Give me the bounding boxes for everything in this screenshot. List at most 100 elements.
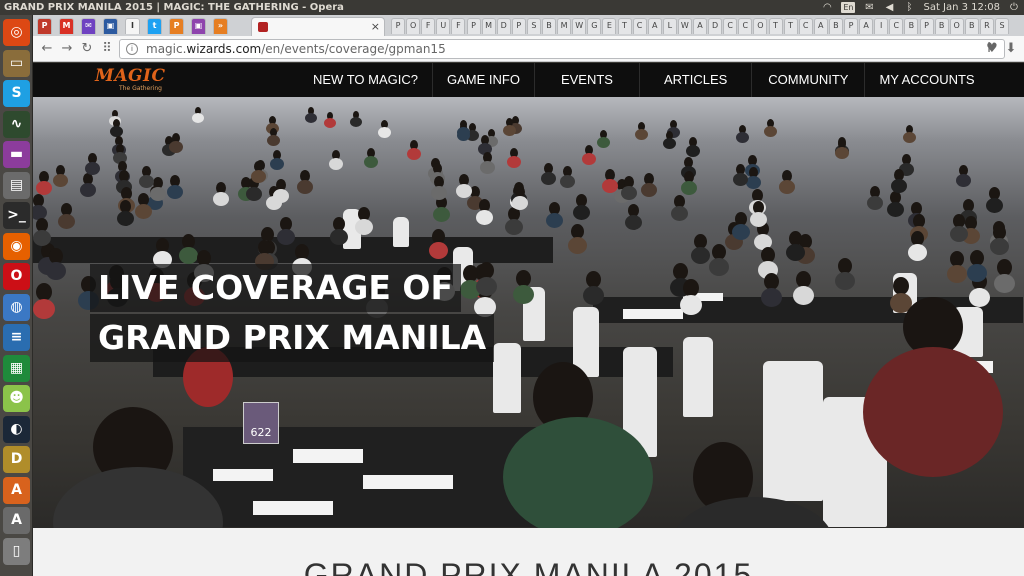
- tab-pinned[interactable]: M: [59, 18, 74, 34]
- nav-events[interactable]: EVENTS: [533, 63, 639, 97]
- tab[interactable]: D: [708, 18, 723, 34]
- url-input[interactable]: i magic.wizards.com/en/events/coverage/g…: [119, 39, 1005, 59]
- tab[interactable]: S: [995, 18, 1009, 34]
- clock[interactable]: Sat Jan 3 12:08: [923, 0, 1000, 15]
- tab-pinned[interactable]: ▣: [103, 18, 118, 34]
- tab[interactable]: T: [783, 18, 798, 34]
- download-icon[interactable]: ⬇: [1003, 41, 1019, 57]
- dosbox-icon[interactable]: D: [3, 446, 30, 473]
- tab-pinned[interactable]: I: [125, 18, 140, 34]
- tab[interactable]: C: [632, 18, 647, 34]
- tab[interactable]: P: [466, 18, 481, 34]
- system-tray: ◠ En ✉ ◀ ᛒ Sat Jan 3 12:08 ⏻: [821, 0, 1020, 15]
- media-icon[interactable]: ▬: [3, 141, 30, 168]
- tab[interactable]: F: [421, 18, 436, 34]
- tab[interactable]: W: [572, 18, 587, 34]
- tab-pinned[interactable]: »: [213, 18, 228, 34]
- tab[interactable]: P: [919, 18, 934, 34]
- tab[interactable]: S: [526, 18, 541, 34]
- tab-pinned[interactable]: t: [147, 18, 162, 34]
- tab[interactable]: B: [964, 18, 979, 34]
- tab[interactable]: A: [693, 18, 707, 34]
- ubuntu-dash-icon[interactable]: ◎: [3, 19, 30, 46]
- trash-icon[interactable]: ▯: [3, 537, 30, 565]
- tab[interactable]: I: [874, 18, 889, 34]
- site-info-icon[interactable]: i: [126, 43, 138, 55]
- power-icon[interactable]: ⏻: [1008, 2, 1020, 13]
- reader-mode-icon[interactable]: I: [981, 41, 997, 57]
- tab[interactable]: W: [677, 18, 692, 34]
- hero-banner[interactable]: LIVE COVERAGE OF GRAND PRIX MANILA 622: [33, 97, 1024, 528]
- url-text[interactable]: magic.wizards.com/en/events/coverage/gpm…: [146, 40, 446, 58]
- steam-icon[interactable]: ◐: [3, 415, 30, 443]
- system-monitor-icon[interactable]: ∿: [3, 110, 30, 138]
- chromium-icon[interactable]: ◍: [3, 293, 30, 321]
- web-page: MAGIC The Gathering NEW TO MAGIC? GAME I…: [33, 63, 1024, 576]
- tab-pinned[interactable]: P: [169, 18, 184, 34]
- tab[interactable]: R: [979, 18, 994, 34]
- tab[interactable]: B: [934, 18, 949, 34]
- volume-icon[interactable]: ◀: [883, 2, 895, 13]
- tab[interactable]: T: [768, 18, 783, 34]
- calc-icon[interactable]: ▦: [3, 354, 30, 382]
- tab[interactable]: A: [813, 18, 828, 34]
- nav-new-to-magic[interactable]: NEW TO MAGIC?: [299, 63, 432, 97]
- tab[interactable]: O: [949, 18, 964, 34]
- tab[interactable]: C: [738, 18, 753, 34]
- tab[interactable]: P: [511, 18, 526, 34]
- tab[interactable]: T: [617, 18, 632, 34]
- tab[interactable]: G: [587, 18, 602, 34]
- speed-dial-icon[interactable]: ⠿: [99, 41, 115, 57]
- tab[interactable]: C: [889, 18, 904, 34]
- wifi-icon[interactable]: ◠: [821, 2, 833, 13]
- tab[interactable]: O: [406, 18, 421, 34]
- files-icon[interactable]: ▭: [3, 49, 30, 77]
- nav-articles[interactable]: ARTICLES: [638, 63, 751, 97]
- reload-icon[interactable]: ↻: [79, 41, 95, 57]
- tab[interactable]: M: [557, 18, 572, 34]
- nav-game-info[interactable]: GAME INFO: [431, 63, 534, 97]
- tab[interactable]: P: [844, 18, 858, 34]
- firefox-icon-glyph: ◉: [10, 237, 23, 254]
- mail-icon[interactable]: ✉: [863, 2, 875, 13]
- keyboard-layout-indicator[interactable]: En: [841, 2, 856, 13]
- tab-pinned[interactable]: ✉: [81, 18, 96, 34]
- android-icon[interactable]: ☻: [3, 385, 30, 412]
- tab[interactable]: A: [647, 18, 662, 34]
- tab[interactable]: B: [542, 18, 556, 34]
- tab[interactable]: F: [451, 18, 466, 34]
- crowd-body: [680, 295, 702, 315]
- archive-icon[interactable]: ▤: [3, 171, 30, 199]
- opera-icon[interactable]: O: [3, 263, 30, 290]
- bluetooth-icon[interactable]: ᛒ: [903, 2, 915, 13]
- tab[interactable]: L: [662, 18, 677, 34]
- tab[interactable]: D: [496, 18, 511, 34]
- magic-logo[interactable]: MAGIC The Gathering: [95, 67, 175, 93]
- writer-icon[interactable]: ≡: [3, 324, 30, 351]
- nav-my-accounts[interactable]: MY ACCOUNTS: [864, 63, 988, 97]
- android-icon-glyph: ☻: [9, 390, 24, 406]
- tab[interactable]: O: [753, 18, 768, 34]
- firefox-icon[interactable]: ◉: [3, 232, 30, 260]
- tab-pinned[interactable]: P: [37, 18, 52, 34]
- back-icon[interactable]: ←: [39, 41, 55, 57]
- tab[interactable]: B: [904, 18, 919, 34]
- software-center-icon[interactable]: A: [3, 476, 30, 504]
- tab[interactable]: M: [481, 18, 496, 34]
- tab[interactable]: C: [723, 18, 738, 34]
- nav-community[interactable]: COMMUNITY: [751, 63, 864, 97]
- crowd-body: [793, 286, 814, 305]
- tab-pinned[interactable]: ▣: [191, 18, 206, 34]
- tab[interactable]: B: [828, 18, 843, 34]
- close-tab-icon[interactable]: ×: [371, 20, 380, 33]
- updater-icon[interactable]: A: [3, 507, 30, 534]
- tab[interactable]: P: [391, 18, 405, 34]
- tab-active[interactable]: ×: [251, 17, 385, 36]
- skype-icon[interactable]: S: [3, 80, 30, 107]
- tab[interactable]: A: [859, 18, 874, 34]
- tab[interactable]: E: [602, 18, 617, 34]
- terminal-icon[interactable]: >_: [3, 202, 30, 229]
- forward-icon[interactable]: →: [59, 41, 75, 57]
- tab[interactable]: U: [436, 18, 451, 34]
- tab[interactable]: C: [798, 18, 813, 34]
